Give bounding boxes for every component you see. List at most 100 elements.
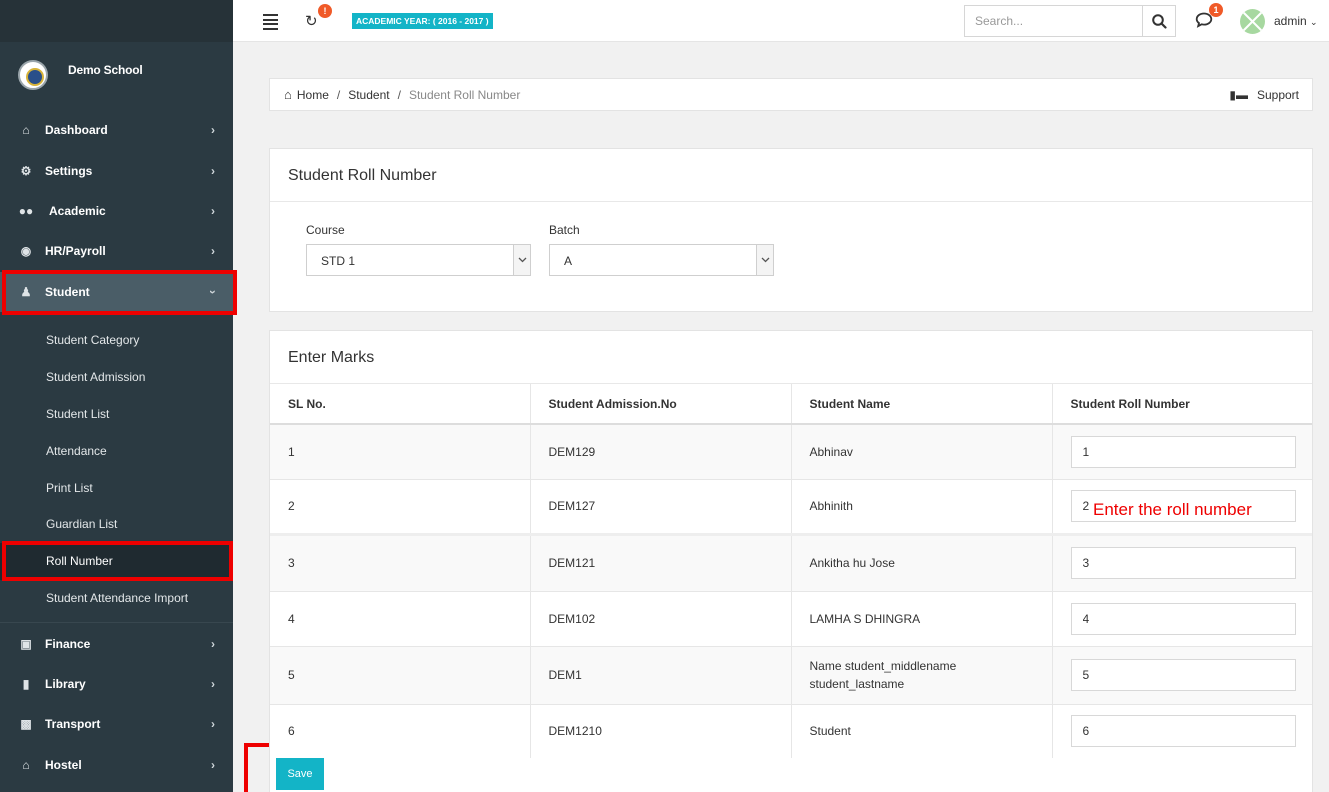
roll-number-input[interactable] xyxy=(1070,659,1296,691)
chevron-right-icon: › xyxy=(211,244,215,259)
support-link[interactable]: ▮▬ Support xyxy=(1229,88,1299,102)
submenu-roll-number[interactable]: Roll Number xyxy=(0,542,233,580)
sidebar-item-student[interactable]: ♟ Student › xyxy=(0,271,233,312)
chevron-right-icon: › xyxy=(211,676,215,691)
user-menu[interactable]: admin ⌄ xyxy=(1274,14,1318,28)
batch-select[interactable]: A xyxy=(549,244,774,276)
eye-icon: ◉ xyxy=(20,244,32,259)
sidebar-item-academic[interactable]: ●● Academic › xyxy=(0,191,233,231)
course-value: STD 1 xyxy=(321,254,356,268)
sidebar-item-label: Transport xyxy=(45,717,101,732)
table-header-row: SL No. Student Admission.No Student Name… xyxy=(270,384,1312,425)
sidebar-item-finance[interactable]: ▣ Finance › xyxy=(0,623,233,663)
admission-no-cell: DEM121 xyxy=(529,533,791,591)
sidebar-item-label: Finance xyxy=(45,636,91,651)
table-row: 5 DEM1 Name student_middlename student_l… xyxy=(270,645,1312,704)
batch-value: A xyxy=(564,254,573,268)
submenu-student-list[interactable]: Student List xyxy=(0,396,233,433)
roll-number-cell xyxy=(1051,703,1312,758)
home-icon: ⌂ xyxy=(22,123,30,138)
roll-number-cell xyxy=(1051,590,1312,646)
course-label: Course xyxy=(306,223,345,237)
user-icon: ♟ xyxy=(20,284,32,299)
batch-label: Batch xyxy=(549,223,580,237)
student-name-cell: Student xyxy=(790,703,1052,758)
sl-cell: 6 xyxy=(270,703,530,758)
column-header: Student Name xyxy=(790,384,1052,425)
brand[interactable]: Demo School xyxy=(0,42,233,110)
support-icon: ▮▬ xyxy=(1229,88,1248,102)
chevron-down-icon xyxy=(756,245,773,275)
submenu-attendance[interactable]: Attendance xyxy=(0,432,233,469)
sidebar-item-label: HR/Payroll xyxy=(45,244,106,259)
chevron-down-icon xyxy=(513,245,530,275)
sync-icon[interactable]: ↻ xyxy=(305,12,318,30)
sidebar-item-settings[interactable]: ⚙ Settings › xyxy=(0,150,233,190)
user-name: admin xyxy=(1274,14,1307,28)
roll-number-cell xyxy=(1051,645,1312,704)
chevron-down-icon: › xyxy=(206,289,220,294)
submenu-print-list[interactable]: Print List xyxy=(0,469,233,506)
topbar: ↻ ! ACADEMIC YEAR: ( 2016 - 2017 ) 1 adm… xyxy=(233,0,1329,42)
roll-number-cell xyxy=(1051,423,1312,479)
table-row: 4 DEM102 LAMHA S DHINGRA xyxy=(270,590,1312,646)
roll-number-input[interactable] xyxy=(1070,602,1296,635)
course-select[interactable]: STD 1 xyxy=(306,244,531,276)
sidebar-item-library[interactable]: ▮ Library › xyxy=(0,664,233,704)
breadcrumb-student[interactable]: Student xyxy=(348,88,389,102)
sidebar-item-transport[interactable]: ▩ Transport › xyxy=(0,704,233,744)
student-name-cell: Abhinith xyxy=(790,478,1052,534)
chevron-right-icon: › xyxy=(211,203,215,218)
chat-badge: 1 xyxy=(1209,3,1223,17)
chevron-right-icon: › xyxy=(211,163,215,178)
roll-number-input[interactable] xyxy=(1070,547,1296,579)
roll-number-cell xyxy=(1051,533,1312,591)
breadcrumb-home[interactable]: Home xyxy=(297,88,329,102)
admission-no-cell: DEM1210 xyxy=(529,703,791,758)
users-icon: ●● xyxy=(18,203,34,218)
roll-number-filter-panel: Student Roll Number Course STD 1 Batch A xyxy=(269,148,1313,312)
admission-no-cell: DEM127 xyxy=(529,478,791,534)
save-button[interactable]: Save xyxy=(276,758,324,790)
admission-no-cell: DEM129 xyxy=(529,423,791,479)
table-row: 6 DEM1210 Student xyxy=(270,703,1312,758)
submenu-student-category[interactable]: Student Category xyxy=(0,322,233,359)
submenu-student-attendance-import[interactable]: Student Attendance Import xyxy=(0,580,233,617)
sidebar-item-hr-payroll[interactable]: ◉ HR/Payroll › xyxy=(0,231,233,271)
home-icon: ⌂ xyxy=(284,87,292,102)
admission-no-cell: DEM1 xyxy=(529,645,791,704)
sidebar-nav-bottom: ▣ Finance › ▮ Library › ▩ Transport › ⌂ … xyxy=(0,622,233,785)
gears-icon: ⚙ xyxy=(20,163,32,178)
student-name-cell: LAMHA S DHINGRA xyxy=(790,590,1052,646)
submenu-guardian-list[interactable]: Guardian List xyxy=(0,506,233,543)
chevron-right-icon: › xyxy=(211,636,215,651)
chevron-right-icon: › xyxy=(211,717,215,732)
student-name-cell: Name student_middlename student_lastname xyxy=(790,645,1052,704)
search-input[interactable] xyxy=(964,5,1143,37)
search-button[interactable] xyxy=(1142,5,1176,37)
chevron-right-icon: › xyxy=(211,123,215,138)
roll-number-input[interactable] xyxy=(1070,715,1296,748)
enter-marks-panel: Enter Marks SL No. Student Admission.No … xyxy=(269,330,1313,792)
sidebar-top xyxy=(0,0,233,42)
academic-year-badge[interactable]: ACADEMIC YEAR: ( 2016 - 2017 ) xyxy=(352,13,493,29)
avatar[interactable] xyxy=(1240,9,1265,34)
sl-cell: 4 xyxy=(270,590,530,646)
search-icon xyxy=(1151,13,1167,29)
school-logo xyxy=(18,60,48,90)
roll-number-table: SL No. Student Admission.No Student Name… xyxy=(270,384,1312,758)
support-label: Support xyxy=(1256,88,1299,102)
student-name-cell: Ankitha hu Jose xyxy=(790,533,1052,591)
sidebar-item-hostel[interactable]: ⌂ Hostel › xyxy=(0,745,233,785)
sidebar-item-dashboard[interactable]: ⌂ Dashboard › xyxy=(0,110,233,150)
sl-cell: 2 xyxy=(270,478,530,534)
breadcrumb: ⌂ Home / Student / Student Roll Number ▮… xyxy=(269,78,1313,111)
sidebar-item-label: Settings xyxy=(45,163,93,178)
admission-no-cell: DEM102 xyxy=(529,590,791,646)
annotation-hint: Enter the roll number xyxy=(1093,500,1252,519)
truck-icon: ▩ xyxy=(20,717,32,732)
sidebar-item-label: Student xyxy=(45,284,90,299)
roll-number-input[interactable] xyxy=(1070,435,1296,468)
menu-toggle-icon[interactable] xyxy=(263,14,278,30)
submenu-student-admission[interactable]: Student Admission xyxy=(0,359,233,396)
